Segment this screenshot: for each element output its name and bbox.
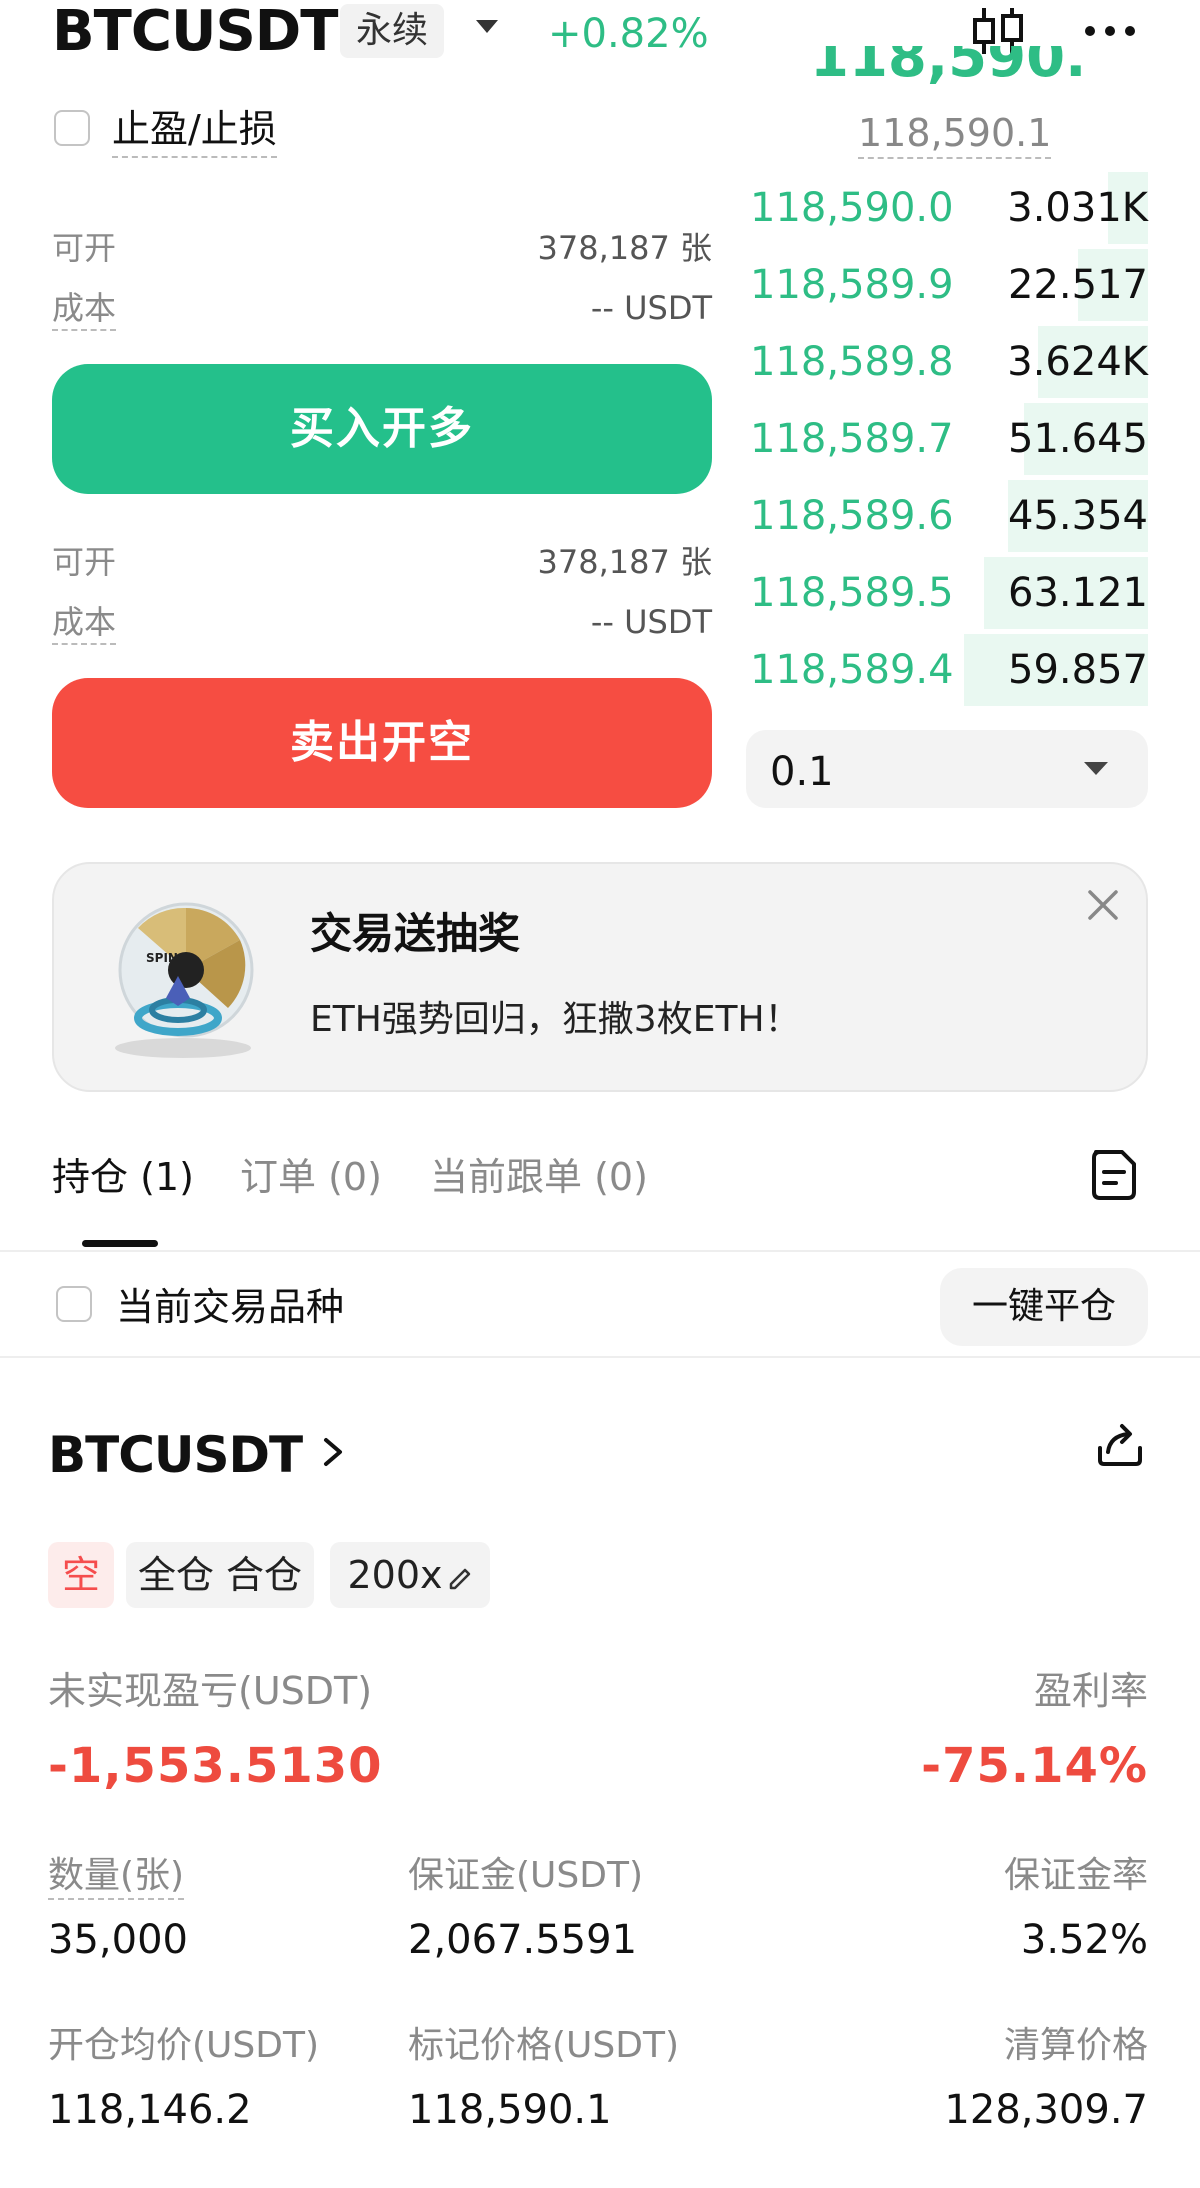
sell-cost-value: -- USDT (590, 603, 712, 641)
promo-subtitle: ETH强势回归，狂撒3枚ETH！ (310, 999, 801, 1040)
contract-type-tag[interactable]: 永续 (340, 4, 444, 58)
roi-label: 盈利率 (1033, 1669, 1148, 1713)
buy-cost-value: -- USDT (590, 289, 712, 327)
orderbook-quantity: 59.857 (1008, 647, 1148, 693)
svg-text:SPIN: SPIN (146, 951, 178, 965)
buy-available-value: 378,187 张 (537, 229, 712, 267)
orderbook-quantity: 3.624K (1007, 339, 1148, 385)
sell-available-label: 可开 (52, 543, 117, 581)
sell-available-value: 378,187 张 (537, 543, 712, 581)
quantity-value: 35,000 (48, 1917, 188, 1963)
orderbook-row[interactable]: 118,589.6 45.354 (746, 480, 1148, 552)
entry-price-label: 开仓均价(USDT) (48, 2025, 320, 2066)
side-badge: 空 (48, 1542, 114, 1608)
leverage-badge[interactable]: 200x (330, 1542, 490, 1608)
margin-ratio-value: 3.52% (1020, 1917, 1148, 1963)
mark-price[interactable]: 118,590.1 (858, 110, 1052, 159)
roi-value: -75.14% (921, 1738, 1148, 1794)
chevron-right-icon[interactable] (318, 1430, 348, 1474)
position-symbol[interactable]: BTCUSDT (48, 1424, 303, 1486)
upnl-value: -1,553.5130 (48, 1738, 383, 1794)
orderbook-row[interactable]: 118,589.7 51.645 (746, 403, 1148, 475)
orderbook-price: 118,589.8 (750, 339, 954, 385)
orderbook-price: 118,589.4 (750, 647, 954, 693)
orderbook-price: 118,590.0 (750, 185, 954, 231)
close-all-button[interactable]: 一键平仓 (940, 1268, 1148, 1346)
margin-mode-badge: 全仓 合仓 (126, 1542, 314, 1608)
orderbook-quantity: 3.031K (1007, 185, 1148, 231)
share-icon[interactable] (1094, 1418, 1146, 1470)
margin-label: 保证金(USDT) (408, 1855, 644, 1896)
orderbook-row[interactable]: 118,589.8 3.624K (746, 326, 1148, 398)
upnl-label: 未实现盈亏(USDT) (48, 1669, 373, 1713)
close-icon[interactable] (1086, 888, 1120, 922)
liquidation-price-label: 清算价格 (1003, 2025, 1148, 2066)
orderbook-price: 118,589.9 (750, 262, 954, 308)
orderbook-quantity: 63.121 (1008, 570, 1148, 616)
tab-copy-trades[interactable]: 当前跟单 (0) (430, 1152, 648, 1202)
orderbook-row[interactable]: 118,589.5 63.121 (746, 557, 1148, 629)
price-change-percent: +0.82% (548, 11, 709, 57)
promo-title: 交易送抽奖 (310, 909, 521, 958)
liquidation-price-value: 128,309.7 (944, 2087, 1148, 2133)
symbol-title[interactable]: BTCUSDT (52, 0, 338, 64)
mark-price-label: 标记价格(USDT) (408, 2025, 680, 2066)
orderbook-row[interactable]: 118,590.0 3.031K (746, 172, 1148, 244)
orderbook-row[interactable]: 118,589.4 59.857 (746, 634, 1148, 706)
orderbook-quantity: 22.517 (1008, 262, 1148, 308)
document-icon[interactable] (1088, 1146, 1140, 1202)
active-tab-indicator (82, 1240, 158, 1247)
orderbook-quantity: 45.354 (1008, 493, 1148, 539)
current-symbol-label[interactable]: 当前交易品种 (116, 1282, 344, 1332)
tab-positions[interactable]: 持仓 (1) (52, 1152, 194, 1202)
mark-price-value: 118,590.1 (408, 2087, 612, 2133)
buy-long-button[interactable]: 买入开多 (52, 364, 712, 494)
chevron-down-icon[interactable] (1084, 762, 1108, 775)
sell-short-button[interactable]: 卖出开空 (52, 678, 712, 808)
last-price: 118,590.1 (810, 46, 1090, 90)
tabs-divider (0, 1250, 1200, 1252)
edit-icon[interactable] (447, 1564, 473, 1590)
margin-value: 2,067.5591 (408, 1917, 638, 1963)
orderbook-quantity: 51.645 (1008, 416, 1148, 462)
entry-price-value: 118,146.2 (48, 2087, 252, 2133)
precision-value[interactable]: 0.1 (770, 748, 834, 796)
buy-cost-label: 成本 (52, 288, 117, 331)
orderbook-price: 118,589.5 (750, 570, 954, 616)
quantity-label[interactable]: 数量(张) (48, 1852, 185, 1900)
tab-orders[interactable]: 订单 (0) (240, 1152, 382, 1202)
buy-available-label: 可开 (52, 229, 117, 267)
margin-ratio-label: 保证金率 (1003, 1855, 1148, 1896)
orderbook-price: 118,589.6 (750, 493, 954, 539)
tpsl-label[interactable]: 止盈/止损 (112, 104, 277, 158)
current-symbol-checkbox[interactable] (56, 1286, 92, 1322)
chevron-down-icon[interactable] (476, 20, 498, 33)
orderbook-row[interactable]: 118,589.9 22.517 (746, 249, 1148, 321)
lottery-spin-image: SPIN (115, 902, 254, 1058)
list-divider (0, 1356, 1200, 1358)
tpsl-checkbox[interactable] (54, 110, 90, 146)
orderbook-price: 118,589.7 (750, 416, 954, 462)
sell-cost-label: 成本 (52, 602, 117, 645)
